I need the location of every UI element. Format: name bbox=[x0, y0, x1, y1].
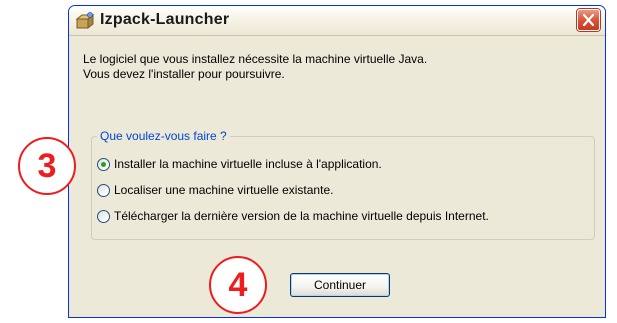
close-button[interactable] bbox=[577, 9, 600, 31]
step-4-annotation: 4 bbox=[209, 256, 267, 314]
radio-button[interactable] bbox=[97, 209, 110, 223]
radio-option-download-jvm[interactable]: Télécharger la dernière version de la ma… bbox=[97, 208, 489, 224]
title-bar[interactable]: Izpack-Launcher bbox=[69, 6, 605, 36]
radio-option-install-bundled-jvm[interactable]: Installer la machine virtuelle incluse à… bbox=[97, 156, 382, 172]
dialog-window: Izpack-Launcher Le logiciel que vous ins… bbox=[68, 5, 606, 318]
window-title: Izpack-Launcher bbox=[100, 11, 230, 28]
radio-button-selected[interactable] bbox=[97, 157, 110, 171]
message-line-1: Le logiciel que vous installez nécessite… bbox=[83, 52, 428, 66]
radio-option-label[interactable]: Installer la machine virtuelle incluse à… bbox=[114, 156, 382, 172]
step-3-annotation: 3 bbox=[18, 137, 76, 195]
radio-selected-dot bbox=[101, 161, 106, 167]
radio-option-locate-existing-jvm[interactable]: Localiser une machine virtuelle existant… bbox=[97, 182, 333, 198]
message-line-2: Vous devez l'installer pour poursuivre. bbox=[83, 67, 285, 81]
groupbox-title: Que voulez-vous faire ? bbox=[97, 130, 230, 143]
continue-button[interactable]: Continuer bbox=[290, 273, 390, 297]
info-message: Le logiciel que vous installez nécessite… bbox=[83, 52, 427, 82]
radio-option-label[interactable]: Localiser une machine virtuelle existant… bbox=[114, 182, 333, 198]
radio-option-label[interactable]: Télécharger la dernière version de la ma… bbox=[114, 208, 489, 224]
radio-button[interactable] bbox=[97, 183, 110, 197]
izpack-app-icon bbox=[75, 12, 95, 30]
screenshot-stage: Izpack-Launcher Le logiciel que vous ins… bbox=[0, 0, 617, 323]
